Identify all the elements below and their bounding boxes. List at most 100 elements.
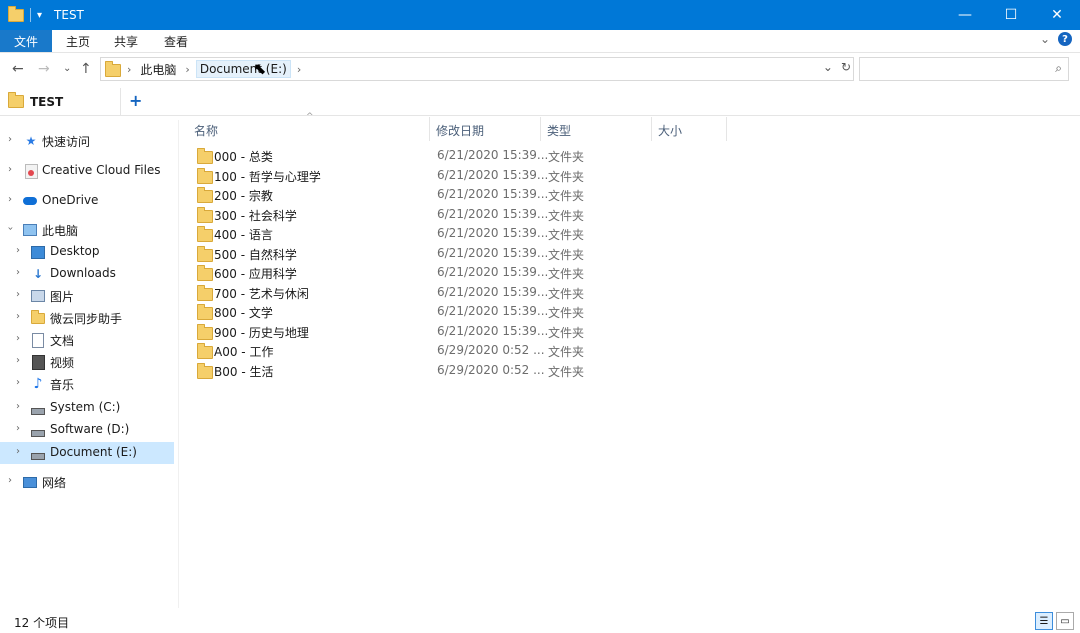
tab-share[interactable]: 共享 — [114, 30, 138, 52]
file-row[interactable]: 100 - 哲学与心理学 6/21/2020 15:39... 文件夹 — [192, 166, 612, 185]
nav-item-onedrive[interactable]: › OneDrive — [0, 190, 174, 212]
minimize-button[interactable]: — — [942, 0, 988, 30]
chevron-right-icon[interactable]: › — [8, 134, 12, 145]
nav-label: System (C:) — [50, 400, 121, 414]
forward-button[interactable]: → — [38, 61, 50, 77]
file-name: 500 - 自然科学 — [214, 247, 297, 262]
file-name: 400 - 语言 — [214, 228, 273, 242]
address-bar[interactable]: › 此电脑 › Document (E:) › ⌄ ↻ — [100, 57, 854, 81]
nav-item-documents[interactable]: › 文档 — [0, 329, 174, 351]
new-tab-button[interactable]: + — [129, 91, 142, 110]
help-icon[interactable]: ? — [1058, 32, 1072, 46]
chevron-right-icon[interactable]: › — [16, 311, 20, 322]
maximize-button[interactable]: ☐ — [988, 0, 1034, 30]
file-name: 900 - 历史与地理 — [214, 325, 309, 340]
nav-item-document-e[interactable]: › Document (E:) — [0, 442, 174, 464]
chevron-down-icon[interactable]: › — [5, 227, 16, 231]
nav-item-music[interactable]: › ♪ 音乐 — [0, 373, 174, 395]
chevron-right-icon[interactable]: › — [16, 245, 20, 256]
chevron-right-icon[interactable]: › — [8, 194, 12, 205]
file-row[interactable]: 400 - 语言 6/21/2020 15:39... 文件夹 — [192, 224, 612, 243]
nav-item-pictures[interactable]: › 图片 — [0, 285, 174, 307]
file-row[interactable]: B00 - 生活 6/29/2020 0:52 ... 文件夹 — [192, 361, 612, 380]
navigation-pane: › ★ 快速访问 › Creative Cloud Files › OneDri… — [0, 120, 179, 608]
nav-item-quick-access[interactable]: › ★ 快速访问 — [0, 130, 174, 152]
file-row[interactable]: 200 - 宗教 6/21/2020 15:39... 文件夹 — [192, 185, 612, 204]
search-input[interactable] — [864, 60, 1048, 78]
large-icons-view-button[interactable]: ▭ — [1056, 612, 1074, 630]
chevron-right-icon[interactable]: › — [16, 446, 20, 457]
file-row[interactable]: 800 - 文学 6/21/2020 15:39... 文件夹 — [192, 302, 612, 321]
column-header-type[interactable]: 类型 — [547, 120, 571, 140]
folder-icon — [197, 245, 213, 262]
file-row[interactable]: 600 - 应用科学 6/21/2020 15:39... 文件夹 — [192, 263, 612, 282]
chevron-right-icon[interactable]: › — [16, 377, 20, 388]
file-name: B00 - 生活 — [214, 364, 274, 379]
nav-item-network[interactable]: › 网络 — [0, 471, 174, 493]
nav-item-weiyun[interactable]: › 微云同步助手 — [0, 307, 174, 329]
tab-home[interactable]: 主页 — [66, 30, 90, 52]
breadcrumb-document-e[interactable]: Document (E:) — [195, 60, 291, 78]
chevron-right-icon[interactable]: › — [16, 289, 20, 300]
drive-icon — [31, 423, 45, 437]
file-row[interactable]: 000 - 总类 6/21/2020 15:39... 文件夹 — [192, 146, 612, 165]
column-header-date[interactable]: 修改日期 — [436, 120, 484, 140]
close-button[interactable]: ✕ — [1034, 0, 1080, 30]
nav-label: 文档 — [50, 334, 75, 348]
chevron-right-icon[interactable]: › — [127, 63, 131, 76]
nav-label: Desktop — [50, 244, 100, 258]
chevron-right-icon[interactable]: › — [297, 63, 301, 76]
tab-view[interactable]: 查看 — [164, 30, 188, 52]
chevron-right-icon[interactable]: › — [16, 401, 20, 412]
folder-icon — [197, 226, 213, 242]
column-divider[interactable] — [651, 117, 652, 141]
column-divider[interactable] — [429, 117, 430, 141]
column-divider[interactable] — [726, 117, 727, 141]
chevron-right-icon[interactable]: › — [8, 475, 12, 486]
recent-locations-button[interactable]: ⌄ — [63, 63, 71, 74]
nav-item-creative-cloud[interactable]: › Creative Cloud Files — [0, 160, 174, 182]
chevron-right-icon[interactable]: › — [16, 267, 20, 278]
window-title: TEST — [54, 8, 84, 22]
search-box[interactable]: ⌕ — [859, 57, 1069, 81]
nav-item-software-d[interactable]: › Software (D:) — [0, 419, 174, 441]
search-icon[interactable]: ⌕ — [1055, 61, 1062, 76]
up-button[interactable]: ↑ — [80, 61, 92, 77]
nav-item-downloads[interactable]: › ↓ Downloads — [0, 263, 174, 285]
file-row[interactable]: 300 - 社会科学 6/21/2020 15:39... 文件夹 — [192, 205, 612, 224]
file-type: 文件夹 — [548, 364, 585, 379]
column-divider[interactable] — [540, 117, 541, 141]
nav-item-system-c[interactable]: › System (C:) — [0, 397, 174, 419]
refresh-icon[interactable]: ↻ — [841, 60, 851, 74]
file-list: ^ 名称 修改日期 类型 大小 000 - 总类 6/21/2020 15:39… — [178, 112, 1080, 608]
tab-bar: TEST + — [0, 88, 1080, 116]
back-button[interactable]: ← — [12, 61, 24, 77]
address-dropdown-icon[interactable]: ⌄ — [823, 60, 833, 74]
folder-icon — [197, 284, 213, 301]
chevron-right-icon[interactable]: › — [16, 355, 20, 366]
customize-toolbar-icon[interactable]: ▾ — [37, 10, 42, 21]
file-date: 6/21/2020 15:39... — [437, 284, 549, 299]
file-row[interactable]: 900 - 历史与地理 6/21/2020 15:39... 文件夹 — [192, 322, 612, 341]
file-tab[interactable]: 文件 — [0, 30, 52, 52]
chevron-right-icon[interactable]: › — [16, 333, 20, 344]
nav-label: 图片 — [50, 290, 75, 304]
chevron-right-icon[interactable]: › — [16, 423, 20, 434]
file-row[interactable]: A00 - 工作 6/29/2020 0:52 ... 文件夹 — [192, 341, 612, 360]
column-header-size[interactable]: 大小 — [658, 120, 682, 140]
nav-item-desktop[interactable]: › Desktop — [0, 241, 174, 263]
file-row[interactable]: 500 - 自然科学 6/21/2020 15:39... 文件夹 — [192, 244, 612, 263]
folder-icon — [197, 323, 213, 340]
nav-item-videos[interactable]: › 视频 — [0, 351, 174, 373]
chevron-right-icon[interactable]: › — [8, 164, 12, 175]
file-row[interactable]: 700 - 艺术与休闲 6/21/2020 15:39... 文件夹 — [192, 283, 612, 302]
chevron-right-icon[interactable]: › — [185, 63, 189, 76]
expand-ribbon-icon[interactable]: ⌄ — [1040, 32, 1050, 46]
details-view-button[interactable]: ☰ — [1035, 612, 1053, 630]
file-type: 文件夹 — [548, 169, 585, 184]
file-date: 6/21/2020 15:39... — [437, 206, 549, 221]
nav-item-this-pc[interactable]: › 此电脑 — [0, 219, 174, 241]
breadcrumb-this-pc[interactable]: 此电脑 — [137, 60, 179, 79]
column-header-name[interactable]: 名称 — [194, 120, 218, 140]
tab-test[interactable]: TEST — [0, 88, 121, 115]
